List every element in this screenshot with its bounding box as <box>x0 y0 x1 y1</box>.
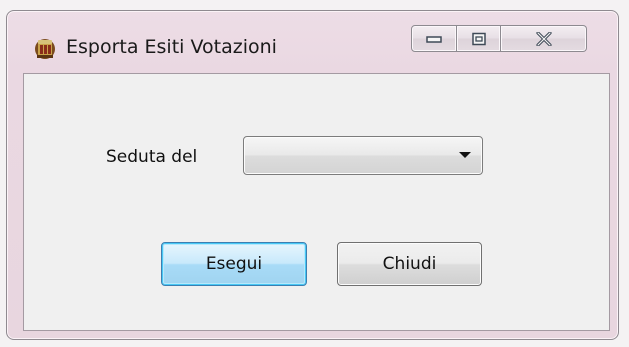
caption-buttons <box>411 25 587 52</box>
minimize-icon <box>426 35 442 43</box>
seduta-dropdown[interactable] <box>243 136 483 175</box>
execute-button[interactable]: Esegui <box>161 242 307 286</box>
seduta-label: Seduta del <box>106 147 198 167</box>
window-title: Esporta Esiti Votazioni <box>66 36 277 58</box>
chevron-down-icon[interactable] <box>459 152 471 158</box>
maximize-button[interactable] <box>457 25 501 52</box>
maximize-icon <box>471 32 486 45</box>
title-bar[interactable]: Esporta Esiti Votazioni <box>7 11 618 73</box>
dialog-content: Seduta del Esegui Chiudi <box>23 73 610 331</box>
dialog-window: Esporta Esiti Votazioni Seduta del Esegu… <box>6 10 619 340</box>
close-window-button[interactable] <box>501 25 587 52</box>
close-button[interactable]: Chiudi <box>337 242 482 286</box>
app-icon[interactable] <box>33 36 57 60</box>
close-icon <box>535 31 552 46</box>
minimize-button[interactable] <box>411 25 457 52</box>
